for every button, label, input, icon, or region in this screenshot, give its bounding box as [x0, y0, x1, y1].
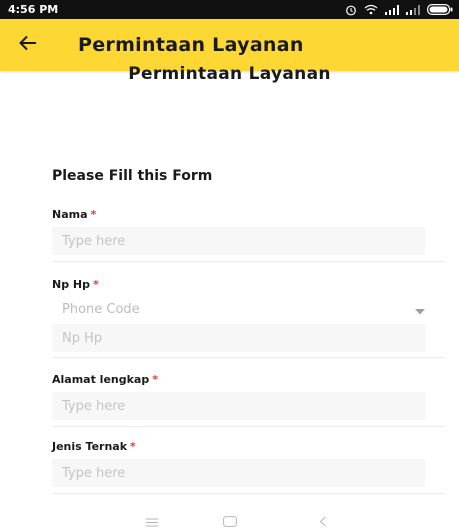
- divider: [52, 261, 445, 262]
- home-button[interactable]: [216, 513, 244, 529]
- phone-code-select[interactable]: Phone Code: [52, 297, 425, 321]
- nama-label-text: Nama: [52, 208, 88, 221]
- status-icons: [345, 4, 453, 16]
- home-square-icon: [223, 512, 237, 531]
- page-title: Permintaan Layanan: [128, 64, 331, 84]
- jenis-ternak-input[interactable]: [52, 459, 425, 487]
- alamat-input[interactable]: [52, 392, 425, 420]
- alamat-label-text: Alamat lengkap: [52, 373, 150, 386]
- caret-down-icon: [415, 300, 425, 319]
- np-hp-label-text: Np Hp: [52, 278, 90, 291]
- arrow-left-icon: [19, 35, 37, 55]
- signal-icon: [385, 4, 399, 15]
- battery-icon: [427, 4, 453, 15]
- required-marker: *: [93, 278, 99, 291]
- jenis-ternak-label-text: Jenis Ternak: [52, 440, 128, 453]
- menu-button[interactable]: [138, 513, 166, 529]
- required-marker: *: [152, 373, 158, 386]
- divider: [52, 493, 445, 494]
- signal-icon: [406, 4, 420, 15]
- divider: [52, 426, 445, 427]
- wifi-icon: [364, 4, 378, 15]
- required-marker: *: [90, 208, 97, 221]
- phone-code-value: Phone Code: [62, 301, 140, 317]
- back-chevron-icon: [319, 512, 327, 531]
- nama-input[interactable]: [52, 227, 425, 255]
- app-bar-title: Permintaan Layanan: [78, 34, 304, 56]
- np-hp-label: Np Hp *: [52, 278, 99, 291]
- status-time: 4:56 PM: [8, 3, 59, 16]
- status-bar: 4:56 PM: [0, 0, 459, 19]
- nama-label: Nama *: [52, 208, 96, 221]
- alamat-label: Alamat lengkap *: [52, 373, 158, 386]
- menu-icon: [146, 512, 158, 531]
- form-heading: Please Fill this Form: [52, 168, 213, 184]
- system-nav-bar: [0, 510, 459, 532]
- required-marker: *: [130, 440, 136, 453]
- nav-back-button[interactable]: [309, 513, 337, 529]
- alarm-icon: [345, 4, 357, 16]
- jenis-ternak-label: Jenis Ternak *: [52, 440, 136, 453]
- divider: [52, 357, 445, 358]
- np-hp-input[interactable]: [52, 324, 425, 352]
